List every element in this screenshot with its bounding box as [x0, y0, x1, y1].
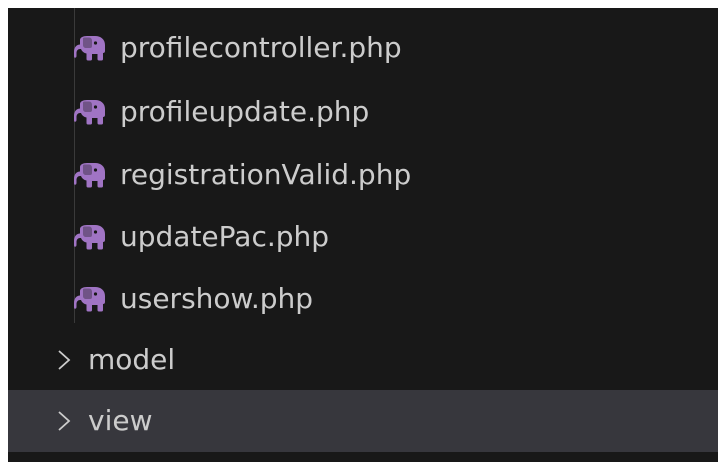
folder-name: model: [88, 343, 176, 376]
php-elephant-icon: [74, 35, 108, 61]
chevron-right-icon[interactable]: [57, 348, 71, 372]
folder-name: view: [88, 404, 153, 437]
tree-item-file[interactable]: usershow.php: [8, 268, 718, 330]
php-elephant-icon: [74, 99, 108, 125]
tree-item-file[interactable]: profileupdate.php: [8, 81, 718, 143]
file-name: updatePac.php: [120, 220, 330, 253]
chevron-right-icon[interactable]: [57, 409, 71, 433]
php-elephant-icon: [74, 286, 108, 312]
php-elephant-icon: [74, 162, 108, 188]
tree-item-file[interactable]: profilecontroller.php: [8, 17, 718, 79]
tree-item-folder-model[interactable]: model: [8, 329, 718, 391]
tree-item-folder-view[interactable]: view: [8, 390, 718, 452]
file-name: usershow.php: [120, 282, 314, 315]
file-name: profilecontroller.php: [120, 31, 402, 64]
tree-item-file[interactable]: registrationValid.php: [8, 144, 718, 206]
file-name: profileupdate.php: [120, 95, 370, 128]
tree-item-file[interactable]: updatePac.php: [8, 206, 718, 268]
file-explorer-tree: profilecontroller.php profileupdate.php …: [8, 8, 718, 462]
file-name: registrationValid.php: [120, 158, 412, 191]
php-elephant-icon: [74, 224, 108, 250]
